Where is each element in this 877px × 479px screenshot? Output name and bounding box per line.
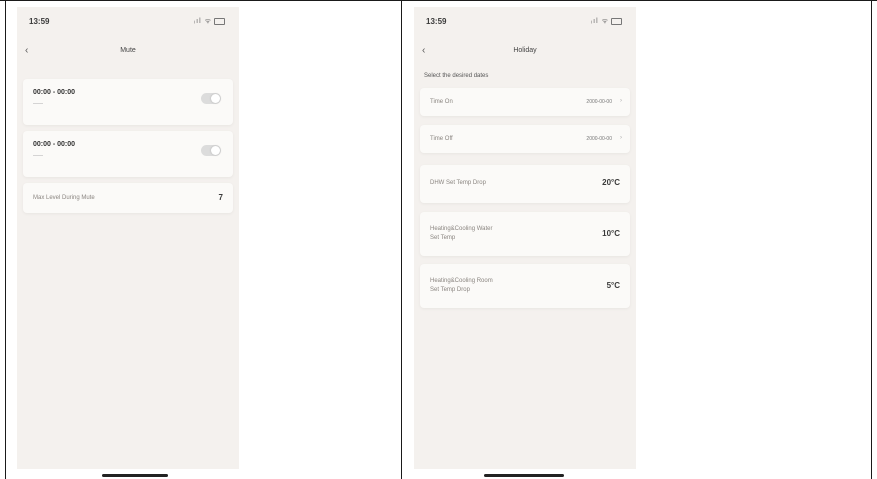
battery-icon	[214, 17, 225, 25]
table-border-right	[871, 0, 872, 479]
time-on-value: 2000-00-00	[586, 99, 612, 105]
page-title: Mute	[120, 47, 136, 54]
mute-toggle-2[interactable]	[201, 145, 221, 156]
hc-water-temp-row[interactable]: Heating&Cooling Water Set Temp 10°C	[420, 212, 630, 256]
time-range-sub: ——	[33, 153, 43, 159]
toggle-knob	[211, 146, 220, 155]
time-off-label: Time Off	[430, 136, 453, 142]
max-level-value: 7	[218, 193, 223, 202]
table-border-top	[0, 0, 877, 1]
temp-label-line1: DHW Set Temp Drop	[430, 180, 486, 186]
page-title: Holiday	[513, 47, 537, 54]
toggle-knob	[211, 94, 220, 103]
status-bar: 13:59 ᵢıl ᯤ	[17, 17, 239, 31]
time-range: 00:00 - 00:00	[33, 89, 76, 96]
temp-value: 10°C	[602, 229, 620, 238]
status-time: 13:59	[29, 17, 50, 26]
temp-label-line1: Heating&Cooling Room	[430, 278, 493, 284]
mute-period-card-2[interactable]: 00:00 - 00:00 ——	[23, 131, 233, 177]
max-level-row[interactable]: Max Level During Mute 7	[23, 183, 233, 213]
time-off-row[interactable]: Time Off 2000-00-00 ›	[420, 125, 630, 153]
signal-wifi-icon: ᵢıl ᯤ	[591, 17, 622, 26]
time-range: 00:00 - 00:00	[33, 141, 76, 148]
temp-label-line2: Set Temp Drop	[430, 287, 470, 293]
temp-value: 5°C	[606, 281, 620, 290]
time-range-sub: ——	[33, 101, 43, 107]
temp-value: 20°C	[602, 178, 620, 187]
temp-label-line2: Set Temp	[430, 235, 456, 241]
signal-wifi-icon: ᵢıl ᯤ	[194, 17, 225, 26]
holiday-screen: 13:59 ᵢıl ᯤ ‹ Holiday Select the desired…	[414, 7, 636, 469]
chevron-right-icon: ›	[620, 135, 622, 141]
battery-icon	[611, 17, 622, 25]
status-time: 13:59	[426, 17, 447, 26]
dhw-temp-drop-row[interactable]: DHW Set Temp Drop 20°C	[420, 165, 630, 203]
hc-room-temp-drop-row[interactable]: Heating&Cooling Room Set Temp Drop 5°C	[420, 264, 630, 308]
home-indicator	[102, 474, 168, 477]
home-indicator	[484, 474, 564, 477]
time-on-label: Time On	[430, 99, 453, 105]
temp-label-line1: Heating&Cooling Water	[430, 226, 493, 232]
mute-toggle-1[interactable]	[201, 93, 221, 104]
mute-screen: 13:59 ᵢıl ᯤ ‹ Mute 00:00 - 00:00 —— 00:0…	[17, 7, 239, 469]
time-on-row[interactable]: Time On 2000-00-00 ›	[420, 88, 630, 116]
table-border-left	[5, 0, 6, 479]
mute-period-card-1[interactable]: 00:00 - 00:00 ——	[23, 79, 233, 125]
section-label: Select the desired dates	[424, 73, 489, 79]
nav-bar: ‹ Mute	[17, 45, 239, 61]
status-bar: 13:59 ᵢıl ᯤ	[414, 17, 636, 31]
table-divider	[401, 0, 402, 479]
time-off-value: 2000-00-00	[586, 136, 612, 142]
chevron-right-icon: ›	[620, 98, 622, 104]
max-level-label: Max Level During Mute	[33, 195, 95, 201]
nav-bar: ‹ Holiday	[414, 45, 636, 61]
